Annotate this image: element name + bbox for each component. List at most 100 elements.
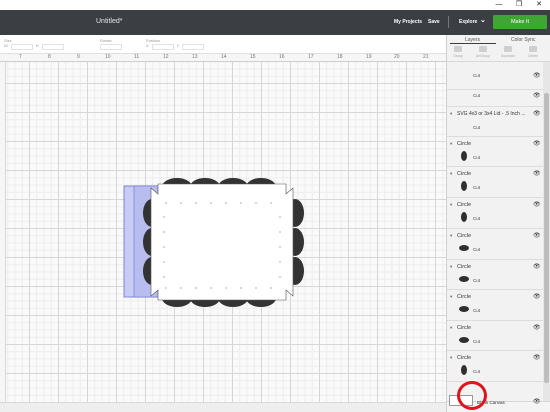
y-input[interactable]	[182, 44, 205, 50]
layer-name: Circle	[457, 233, 472, 239]
layer-name: Circle	[457, 202, 472, 208]
horizontal-scrollbar[interactable]	[0, 402, 446, 412]
chevron-down-icon[interactable]: ▾	[450, 202, 452, 208]
chevron-down-icon[interactable]: ▾	[450, 264, 452, 270]
layer-op: Cut	[473, 93, 481, 98]
circle-thumbnail	[459, 337, 469, 343]
chevron-down-icon[interactable]: ▾	[450, 294, 452, 300]
layer-op: Cut	[473, 155, 481, 160]
rotate-input[interactable]	[100, 44, 122, 50]
layer-op: Cut	[473, 278, 481, 283]
layer-row-circle[interactable]: ▾ Circle 👁 Cut	[447, 321, 543, 351]
circle-thumbnail	[459, 276, 469, 282]
design-canvas[interactable]	[6, 62, 446, 402]
chevron-down-icon[interactable]: ▾	[450, 171, 452, 177]
layers-scrollbar[interactable]	[543, 62, 550, 401]
layer-name: Circle	[457, 141, 472, 147]
restore-button[interactable]: ❐	[512, 0, 526, 10]
rotate-group: Rotate	[100, 38, 122, 51]
height-input[interactable]	[41, 44, 64, 50]
save-link[interactable]: Save	[428, 19, 440, 25]
ungroup-label: UnGroup	[475, 54, 491, 58]
minimize-button[interactable]: —	[492, 0, 506, 10]
layer-row[interactable]: Cut 👁	[447, 90, 543, 107]
chevron-down-icon[interactable]: ▾	[450, 111, 452, 117]
width-input[interactable]	[10, 44, 33, 50]
eye-icon[interactable]: 👁	[533, 72, 541, 79]
ruler-tick: 17	[308, 54, 314, 60]
ruler-tick: 19	[366, 54, 372, 60]
chevron-down-icon[interactable]: ▾	[450, 233, 452, 239]
layer-row-circle[interactable]: ▾ Circle 👁 Cut	[447, 229, 543, 260]
ruler-tick: 10	[105, 54, 111, 60]
duplicate-label: Duplicate	[500, 54, 516, 58]
eye-icon[interactable]: 👁	[533, 201, 541, 208]
window-titlebar: — ❐ ✕	[0, 0, 550, 10]
height-label: H	[35, 43, 39, 48]
layer-row-circle[interactable]: ▾ Circle 👁 Cut	[447, 351, 543, 382]
document-title[interactable]: Untitled*	[96, 18, 122, 25]
delete-icon	[529, 46, 537, 52]
eye-icon[interactable]: 👁	[533, 140, 541, 147]
ruler-tick: 11	[134, 54, 140, 60]
my-projects-link[interactable]: My Projects	[394, 19, 422, 25]
layer-group-row[interactable]: ▾ SVG 4x3 or 3x4 Lid - .5 Inch ... 👁 Cut	[447, 107, 543, 137]
ruler-tick: 15	[250, 54, 256, 60]
chevron-down-icon[interactable]: ▾	[450, 325, 452, 331]
ruler-tick: 18	[337, 54, 343, 60]
delete-button[interactable]: Delete	[522, 46, 544, 58]
chevron-down-icon[interactable]: ▾	[450, 141, 452, 147]
eye-icon[interactable]: 👁	[533, 324, 541, 331]
layer-name: Circle	[457, 171, 472, 177]
position-group: Position X Y	[146, 38, 205, 51]
layer-row-circle[interactable]: ▾ Circle 👁 Cut	[447, 260, 543, 290]
eye-icon[interactable]: 👁	[533, 263, 541, 270]
eye-icon[interactable]: 👁	[533, 92, 541, 99]
circle-thumbnail	[461, 212, 467, 222]
duplicate-icon	[504, 46, 512, 52]
explore-menu[interactable]: Explore	[459, 19, 477, 25]
width-label: W	[4, 43, 8, 48]
layer-row[interactable]: Cut 👁	[447, 62, 543, 90]
annotation-circle	[457, 381, 487, 410]
layer-row-circle[interactable]: ▾ Circle 👁 Cut	[447, 167, 543, 198]
ruler-tick: 7	[19, 54, 22, 60]
layer-row-circle[interactable]: ▾ Circle 👁 Cut	[447, 198, 543, 229]
circle-thumbnail	[459, 245, 469, 251]
horizontal-ruler: 7 8 9 10 11 12 13 14 15 16 17 18 19 20 2…	[0, 54, 446, 62]
eye-icon[interactable]: 👁	[533, 293, 541, 300]
eye-icon[interactable]: 👁	[533, 110, 541, 117]
tab-color-sync[interactable]: Color Sync	[511, 37, 535, 43]
layer-op: Cut	[473, 247, 481, 252]
design-artwork[interactable]	[6, 62, 446, 402]
close-button[interactable]: ✕	[532, 0, 546, 10]
eye-icon[interactable]: 👁	[533, 170, 541, 177]
layer-op: Cut	[473, 308, 481, 313]
layer-op: Cut	[473, 216, 481, 221]
layers-panel: Layers Color Sync Group UnGroup Duplicat…	[446, 35, 550, 412]
app-header: Untitled* My Projects Save Explore ⌄ Mak…	[0, 10, 550, 35]
circle-thumbnail	[461, 181, 467, 191]
panel-tabs: Layers Color Sync	[447, 35, 550, 44]
scrollbar-thumb[interactable]	[544, 93, 549, 383]
duplicate-button[interactable]: Duplicate	[497, 46, 519, 58]
chevron-down-icon[interactable]: ⌄	[480, 16, 486, 24]
group-button[interactable]: Group	[447, 46, 469, 58]
ruler-tick: 16	[279, 54, 285, 60]
layer-op: Cut	[473, 125, 481, 130]
layer-row-circle[interactable]: ▾ Circle 👁 Cut	[447, 137, 543, 167]
layer-op: Cut	[473, 339, 481, 344]
eye-icon[interactable]: 👁	[533, 398, 541, 405]
chevron-down-icon[interactable]: ▾	[450, 355, 452, 361]
ruler-tick: 8	[48, 54, 51, 60]
y-label: Y	[176, 43, 180, 48]
edit-toolbar: Size W H Rotate Position X Y	[0, 35, 446, 54]
ruler-tick: 9	[77, 54, 80, 60]
eye-icon[interactable]: 👁	[533, 354, 541, 361]
layer-row-circle[interactable]: ▾ Circle 👁 Cut	[447, 290, 543, 321]
layer-name: Circle	[457, 325, 472, 331]
x-input[interactable]	[151, 44, 174, 50]
ungroup-button[interactable]: UnGroup	[472, 46, 494, 58]
make-it-button[interactable]: Make It	[493, 15, 547, 29]
eye-icon[interactable]: 👁	[533, 232, 541, 239]
